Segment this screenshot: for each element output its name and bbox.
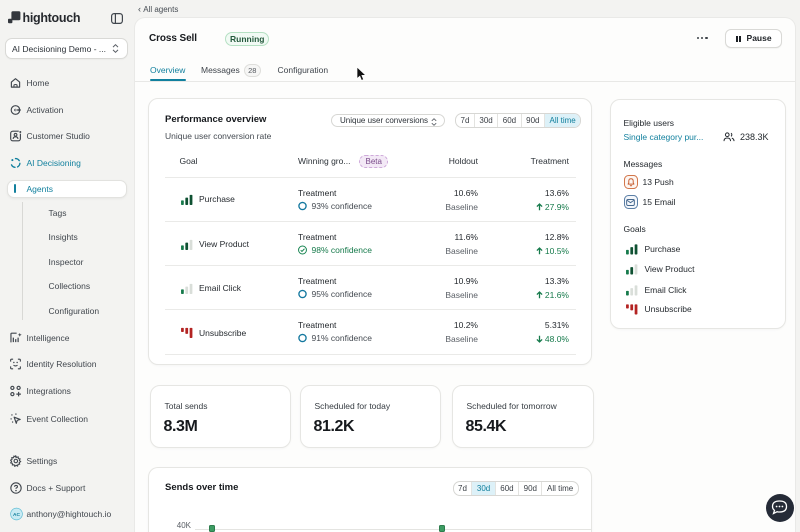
svg-text:AC: AC [13,512,20,518]
